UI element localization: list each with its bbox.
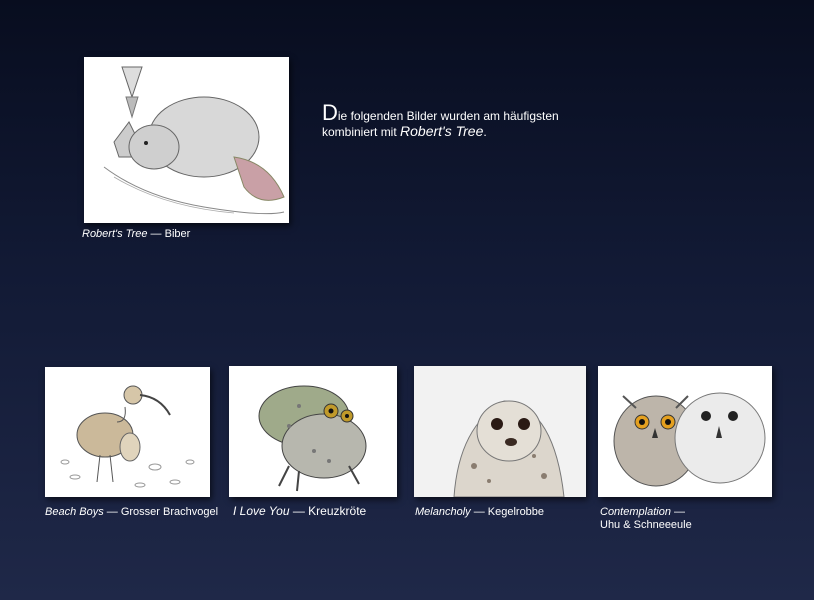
beaver-drawing-icon [84,57,289,223]
seal-drawing-icon [414,366,586,497]
owls-drawing-icon [598,366,772,497]
intro-featured-title: Robert's Tree [400,123,484,139]
featured-artwork-image[interactable] [84,57,289,223]
dropcap: D [322,100,338,125]
gallery-caption-i-love-you: I Love You — Kreuzkröte [233,504,367,518]
intro-text: Die folgenden Bilder wurden am häufigste… [322,100,559,140]
featured-caption: Robert's Tree — Biber [82,228,191,240]
featured-subject: Biber [164,228,191,240]
gallery-image-i-love-you[interactable] [229,366,397,497]
gallery-caption-beach-boys: Beach Boys — Grosser Brachvogel [45,506,219,518]
featured-title: Robert's Tree [82,228,148,240]
gallery-caption-melancholy: Melancholy — Kegelrobbe [415,506,545,518]
gallery-image-contemplation[interactable] [598,366,772,497]
gallery-caption-contemplation: Contemplation — Uhu & Schneeeule [600,506,692,531]
toads-drawing-icon [229,366,397,497]
gallery-image-melancholy[interactable] [414,366,586,497]
gallery-image-beach-boys[interactable] [45,367,210,497]
curlew-drawing-icon [45,367,210,497]
